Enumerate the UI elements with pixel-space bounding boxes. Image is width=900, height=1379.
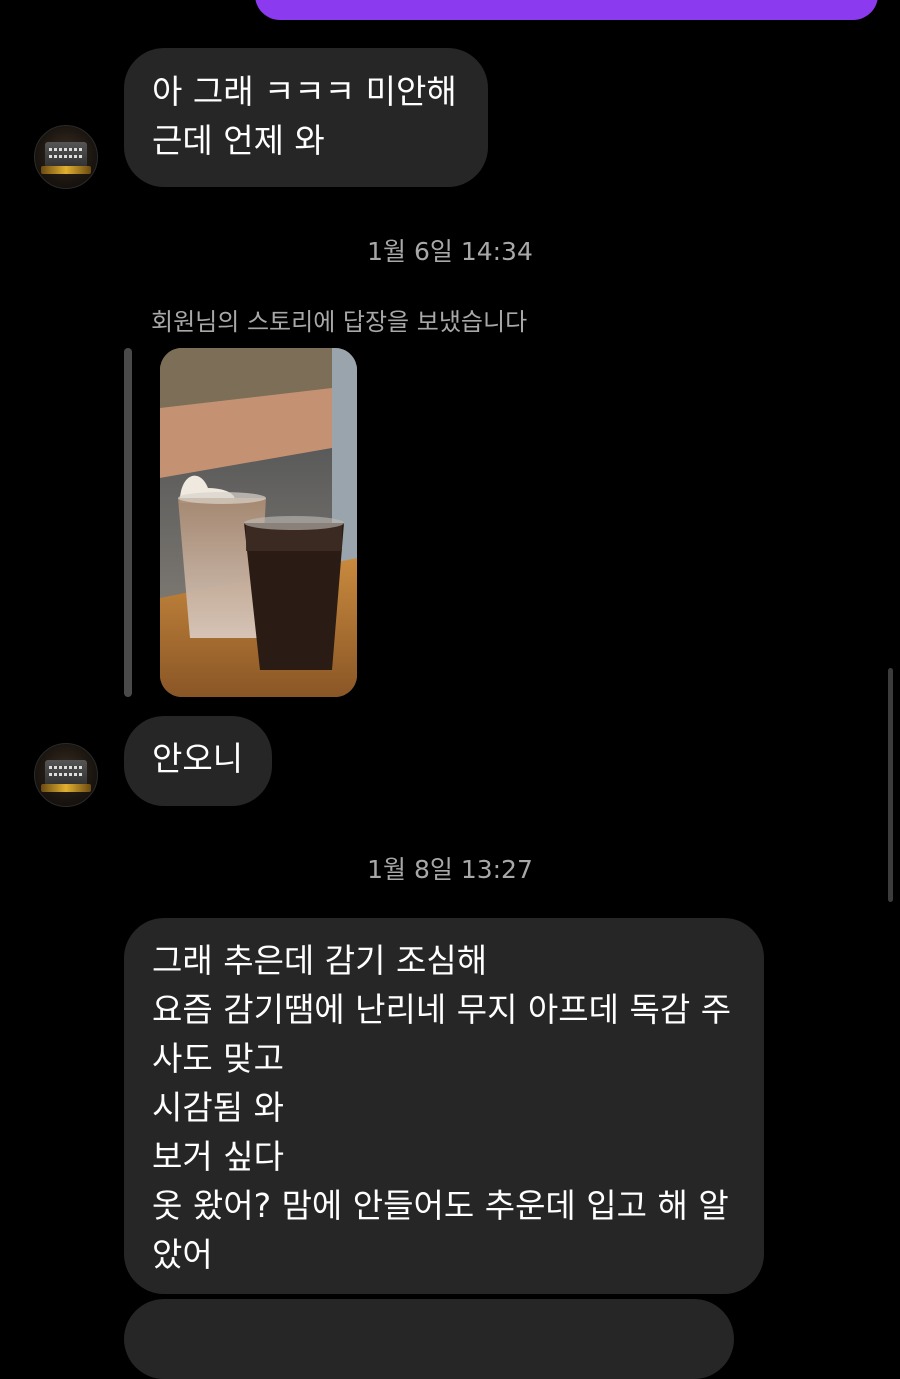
story-reply-caption: 회원님의 스토리에 답장을 보냈습니다 [151,308,528,336]
message-line: 옷 왔어? 맘에 안들어도 추운데 입고 해 알 [152,1186,729,1225]
message-line: 시감됨 와 [152,1088,284,1127]
avatar-logo-stripe [49,155,83,158]
message-line: 았어 [152,1235,213,1274]
timestamp: 1월 8일 13:27 [367,855,533,884]
reply-indicator-bar [124,348,132,697]
message-line: 아 그래 ㅋㅋㅋ 미안해 [152,72,457,111]
received-message-bubble[interactable]: 안오니 [124,716,272,806]
contact-avatar[interactable] [34,743,98,807]
message-line: 보거 싶다 [152,1137,284,1176]
received-message-bubble[interactable] [124,1299,734,1379]
sent-message-bubble[interactable] [255,0,878,20]
received-message-bubble[interactable]: 아 그래 ㅋㅋㅋ 미안해 근데 언제 와 [124,48,488,187]
avatar-logo-banner [41,166,91,174]
received-message-bubble[interactable]: 그래 추은데 감기 조심해 요즘 감기땜에 난리네 무지 아프데 독감 주 사도… [124,918,764,1294]
avatar-logo-stripe [49,766,83,769]
avatar-logo-banner [41,784,91,792]
message-line: 요즘 감기땜에 난리네 무지 아프데 독감 주 [152,990,732,1029]
avatar-logo-stripe [49,148,83,151]
avatar-logo-stripe [49,773,83,776]
message-line: 근데 언제 와 [152,121,325,160]
message-line: 그래 추은데 감기 조심해 [152,941,488,980]
timestamp: 1월 6일 14:34 [367,237,533,266]
message-line: 안오니 [152,739,244,778]
message-line: 사도 맞고 [152,1039,284,1078]
scrollbar[interactable] [888,668,893,902]
story-photo[interactable] [160,348,357,697]
story-photo-image [160,348,357,697]
contact-avatar[interactable] [34,125,98,189]
